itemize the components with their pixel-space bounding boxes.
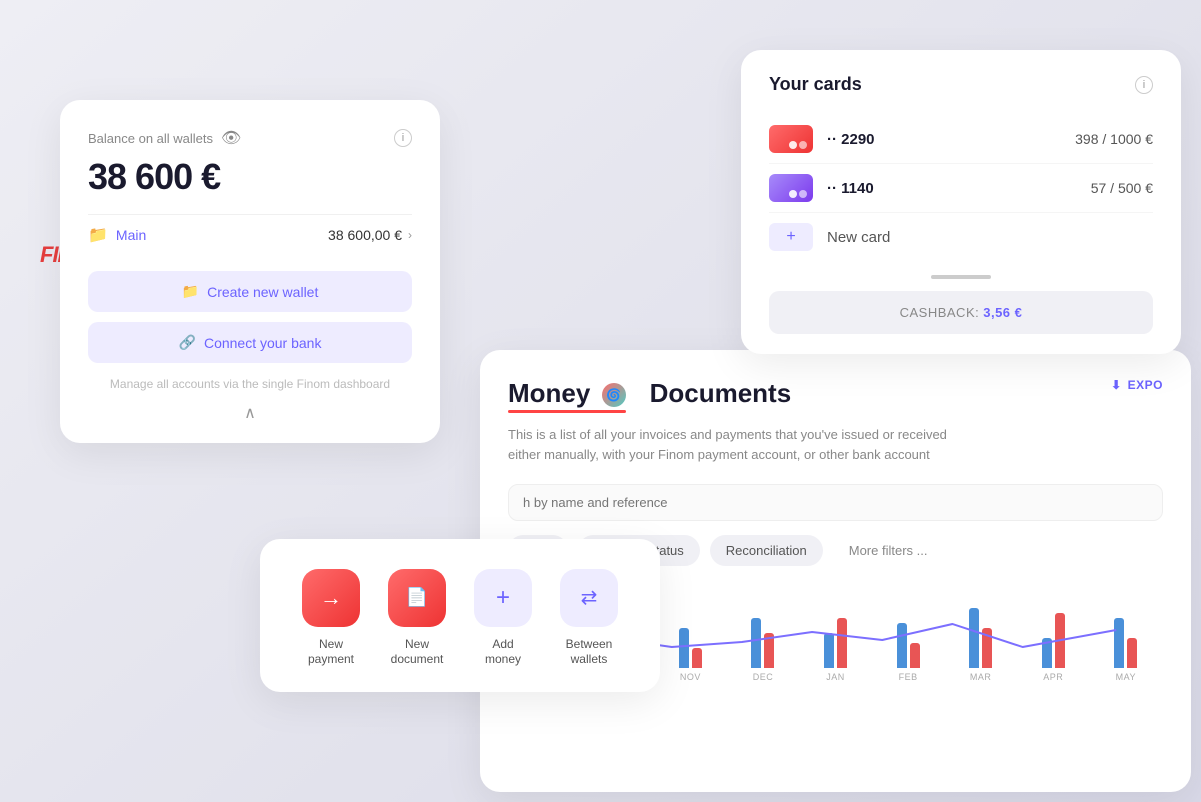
card-row-2290[interactable]: ·· 2290 398 / 1000 € [769,115,1153,164]
bar-nov-blue [679,628,689,668]
wallet-balance: 38 600 € [88,156,412,198]
download-icon: ⬇ [1111,378,1122,392]
wallet-title: Balance on all wallets [88,131,213,146]
cashback-bar: CASHBACK: 3,56 € [769,291,1153,334]
transfer-icon: ⇄ [581,585,598,610]
card-visual-red [769,125,813,153]
bar-dec-blue [751,618,761,668]
label-feb: FEB [899,672,918,682]
actions-panel: → Newpayment 📄 Newdocument + Addmoney ⇄ … [260,539,660,692]
arrow-right-icon: → [320,585,342,611]
bar-dec-red [764,633,774,668]
main-wallet-label: Main [116,227,146,243]
chart-month-nov: NOV [657,628,724,682]
bar-feb-blue [897,623,907,668]
add-money-label: Addmoney [485,637,521,668]
new-card-row[interactable]: + New card [769,213,1153,261]
card-number-1140: ·· 1140 [827,180,874,197]
new-document-label: Newdocument [391,637,444,668]
chevron-right-icon: › [408,228,412,242]
bar-mar-red [982,628,992,668]
eye-icon[interactable]: 👁 [221,128,241,148]
filter-reconciliation[interactable]: Reconciliation [710,535,823,566]
cards-panel: Your cards i ·· 2290 398 / 1000 € ·· 114… [741,50,1181,354]
wallet-card: Balance on all wallets 👁 i 38 600 € 📁 Ma… [60,100,440,443]
link-icon: 🔗 [179,334,196,351]
cards-info-icon[interactable]: i [1135,76,1153,94]
new-card-plus-icon: + [769,223,813,251]
tab-money[interactable]: Money 🌀 [508,378,626,409]
label-dec: DEC [753,672,774,682]
docs-description: This is a list of all your invoices and … [508,425,968,464]
plus-icon: + [496,584,510,612]
docs-tabs: Money 🌀 Documents [508,378,1163,409]
bar-jan-red [837,618,847,668]
chart-month-dec: DEC [730,618,797,682]
folder-icon: 📁 [88,225,108,245]
main-wallet-amount: 38 600,00 € [328,227,402,243]
label-apr: APR [1043,672,1063,682]
label-nov: NOV [680,672,701,682]
action-add-money[interactable]: + Addmoney [474,569,532,668]
document-icon: 📄 [406,587,428,608]
scroll-indicator [931,275,991,279]
between-wallets-label: Betweenwallets [566,637,613,668]
bar-apr-blue [1042,638,1052,668]
cashback-label: CASHBACK: [900,305,980,320]
card-limit-1140: 57 / 500 € [1091,180,1153,196]
chart-month-apr: APR [1020,613,1087,682]
card-number-2290: ·· 2290 [827,131,875,148]
money-tab-icon: 🌀 [602,383,626,407]
chart-month-jan: JAN [802,618,869,682]
label-may: MAY [1116,672,1136,682]
tab-documents[interactable]: Documents [650,378,792,409]
chevron-up-icon[interactable]: ∧ [88,403,412,423]
label-mar: MAR [970,672,992,682]
card-visual-purple [769,174,813,202]
create-wallet-button[interactable]: 📁 Create new wallet [88,271,412,312]
between-wallets-button[interactable]: ⇄ [560,569,618,627]
new-payment-label: Newpayment [308,637,354,668]
export-button[interactable]: ⬇ EXPO [1111,378,1163,392]
create-wallet-icon: 📁 [182,283,199,300]
new-payment-button[interactable]: → [302,569,360,627]
cards-title: Your cards [769,74,862,95]
chart-month-may: MAY [1093,618,1160,682]
card-row-1140[interactable]: ·· 1140 57 / 500 € [769,164,1153,213]
action-new-document[interactable]: 📄 Newdocument [388,569,446,668]
cashback-amount: 3,56 € [983,305,1022,320]
action-between-wallets[interactable]: ⇄ Betweenwallets [560,569,618,668]
filter-more[interactable]: More filters ... [833,535,944,566]
connect-bank-button[interactable]: 🔗 Connect your bank [88,322,412,363]
bar-may-blue [1114,618,1124,668]
wallet-info-icon[interactable]: i [394,129,412,147]
bar-may-red [1127,638,1137,668]
search-input[interactable] [508,484,1163,521]
bar-jan-blue [824,633,834,668]
chart-month-feb: FEB [875,623,942,682]
new-card-label: New card [827,229,890,246]
card-limit-2290: 398 / 1000 € [1075,131,1153,147]
add-money-button[interactable]: + [474,569,532,627]
label-jan: JAN [826,672,845,682]
chart-month-mar: MAR [947,608,1014,682]
bar-apr-red [1055,613,1065,668]
new-document-button[interactable]: 📄 [388,569,446,627]
bar-nov-red [692,648,702,668]
search-row [508,484,1163,521]
wallet-main-row[interactable]: 📁 Main 38 600,00 € › [88,214,412,255]
bar-feb-red [910,643,920,668]
bar-mar-blue [969,608,979,668]
action-new-payment[interactable]: → Newpayment [302,569,360,668]
wallet-subtitle: Manage all accounts via the single Finom… [88,377,412,391]
